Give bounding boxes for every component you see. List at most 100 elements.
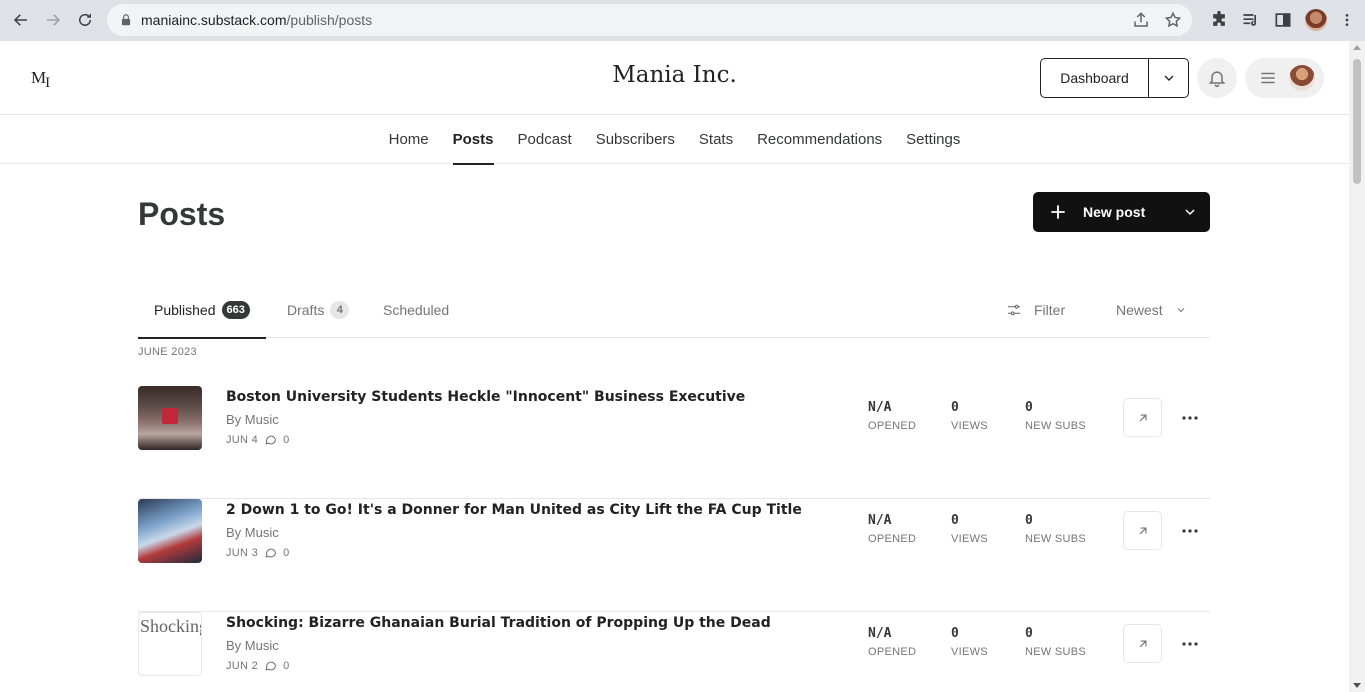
opened-value: N/A (868, 626, 892, 641)
forward-icon[interactable] (37, 4, 69, 36)
bookmark-star-icon[interactable] (1164, 11, 1182, 29)
tab-home[interactable]: Home (377, 115, 441, 164)
new-subs-value: 0 (1025, 400, 1033, 415)
sort-label: Newest (1116, 301, 1163, 318)
more-options-icon[interactable] (1178, 521, 1202, 541)
tab-stats[interactable]: Stats (687, 115, 745, 164)
tab-settings[interactable]: Settings (894, 115, 972, 164)
new-subs-stat: 0 NEW SUBS (1025, 626, 1086, 658)
views-label: VIEWS (951, 420, 988, 432)
chevron-down-icon[interactable] (1170, 204, 1210, 220)
url-text: maniainc.substack.com/publish/posts (141, 12, 373, 28)
publish-nav: Home Posts Podcast Subscribers Stats Rec… (0, 115, 1349, 165)
post-date: JUN 3 (226, 546, 259, 559)
tab-recommendations[interactable]: Recommendations (745, 115, 894, 164)
views-value: 0 (951, 513, 959, 528)
opened-label: OPENED (868, 420, 917, 432)
open-post-button[interactable] (1123, 624, 1162, 663)
post-meta: JUN 3 0 (226, 546, 289, 559)
tab-subscribers[interactable]: Subscribers (584, 115, 687, 164)
chevron-down-icon (1177, 307, 1185, 312)
tab-podcast[interactable]: Podcast (506, 115, 584, 164)
scroll-up-arrow-icon[interactable] (1353, 45, 1361, 50)
open-post-button[interactable] (1123, 511, 1162, 550)
views-label: VIEWS (951, 533, 988, 545)
views-value: 0 (951, 400, 959, 415)
new-subs-value: 0 (1025, 626, 1033, 641)
post-row[interactable]: Shocking: Bizarre Shocking: Bizarre Ghan… (138, 612, 1210, 692)
more-options-icon[interactable] (1178, 408, 1202, 428)
sort-dropdown[interactable]: Newest (1116, 281, 1187, 338)
hamburger-menu-icon (1261, 72, 1275, 84)
post-row[interactable]: 2 Down 1 to Go! It's a Donner for Man Un… (138, 499, 1210, 612)
new-post-button[interactable]: New post (1033, 192, 1210, 232)
new-subs-label: NEW SUBS (1025, 533, 1087, 545)
arrow-up-right-icon (1139, 640, 1146, 647)
user-avatar (1289, 65, 1315, 91)
drafts-count-badge: 4 (330, 300, 350, 319)
kebab-menu-icon[interactable] (1339, 10, 1355, 30)
published-count-badge: 663 (221, 300, 250, 319)
comment-count: 0 (283, 546, 290, 559)
views-stat: 0 VIEWS (951, 626, 988, 658)
new-subs-stat: 0 NEW SUBS (1025, 400, 1086, 432)
notifications-bell-icon[interactable] (1197, 58, 1237, 98)
media-control-icon[interactable] (1241, 10, 1261, 30)
opened-stat: N/A OPENED (868, 400, 916, 432)
post-thumbnail[interactable] (138, 386, 202, 450)
reload-icon[interactable] (69, 4, 101, 36)
arrow-up-right-icon (1139, 414, 1146, 421)
tab-drafts[interactable]: Drafts 4 (287, 281, 350, 338)
dashboard-button[interactable]: Dashboard (1041, 59, 1149, 97)
views-label: VIEWS (951, 646, 988, 658)
tab-scheduled[interactable]: Scheduled (383, 281, 449, 338)
new-subs-label: NEW SUBS (1025, 646, 1087, 658)
open-post-button[interactable] (1123, 398, 1162, 437)
comment-count: 0 (283, 433, 290, 446)
chevron-down-icon[interactable] (1149, 59, 1188, 97)
side-panel-icon[interactable] (1273, 10, 1293, 30)
post-title[interactable]: Boston University Students Heckle "Innoc… (226, 389, 745, 405)
tab-published[interactable]: Published 663 (138, 281, 266, 339)
tab-posts[interactable]: Posts (441, 115, 506, 165)
post-thumbnail[interactable] (138, 499, 202, 563)
new-subs-stat: 0 NEW SUBS (1025, 513, 1086, 545)
extensions-icon[interactable] (1209, 10, 1229, 30)
page: MI Mania Inc. Dashboard Home Posts Podca… (0, 41, 1349, 692)
publication-header: MI Mania Inc. Dashboard (0, 41, 1349, 115)
more-options-icon[interactable] (1178, 634, 1202, 654)
new-post-label: New post (1083, 204, 1146, 220)
post-row[interactable]: Boston University Students Heckle "Innoc… (138, 386, 1210, 499)
user-menu-button[interactable] (1245, 58, 1324, 98)
post-date: JUN 4 (226, 433, 259, 446)
share-icon[interactable] (1132, 11, 1150, 29)
opened-value: N/A (868, 513, 892, 528)
address-bar[interactable]: maniainc.substack.com/publish/posts (107, 4, 1192, 36)
comment-icon (265, 435, 276, 445)
comment-icon (265, 548, 276, 558)
arrow-up-right-icon (1139, 527, 1146, 534)
post-thumbnail-broken[interactable]: Shocking: Bizarre (138, 612, 202, 676)
tab-drafts-label: Drafts (287, 301, 325, 318)
post-title[interactable]: 2 Down 1 to Go! It's a Donner for Man Un… (226, 502, 802, 518)
browser-toolbar: maniainc.substack.com/publish/posts (0, 0, 1365, 41)
filter-label: Filter (1034, 301, 1066, 318)
post-status-tabs: Published 663 Drafts 4 Scheduled Filter … (138, 281, 1210, 339)
plus-icon (1033, 202, 1083, 222)
comment-count: 0 (283, 659, 290, 672)
filter-sliders-icon (1008, 304, 1020, 315)
dashboard-dropdown[interactable]: Dashboard (1040, 58, 1189, 98)
post-title[interactable]: Shocking: Bizarre Ghanaian Burial Tradit… (226, 615, 771, 631)
scrollbar-thumb[interactable] (1353, 59, 1361, 184)
month-section-label: JUNE 2023 (138, 346, 197, 358)
opened-value: N/A (868, 400, 892, 415)
scroll-down-arrow-icon[interactable] (1353, 683, 1361, 688)
back-icon[interactable] (5, 4, 37, 36)
tab-published-label: Published (154, 301, 216, 318)
page-scrollbar[interactable] (1349, 41, 1365, 692)
post-meta: JUN 4 0 (226, 433, 289, 446)
filter-button[interactable]: Filter (1006, 281, 1065, 338)
post-byline: By Music (226, 412, 279, 427)
opened-stat: N/A OPENED (868, 626, 916, 658)
profile-avatar[interactable] (1305, 9, 1327, 31)
